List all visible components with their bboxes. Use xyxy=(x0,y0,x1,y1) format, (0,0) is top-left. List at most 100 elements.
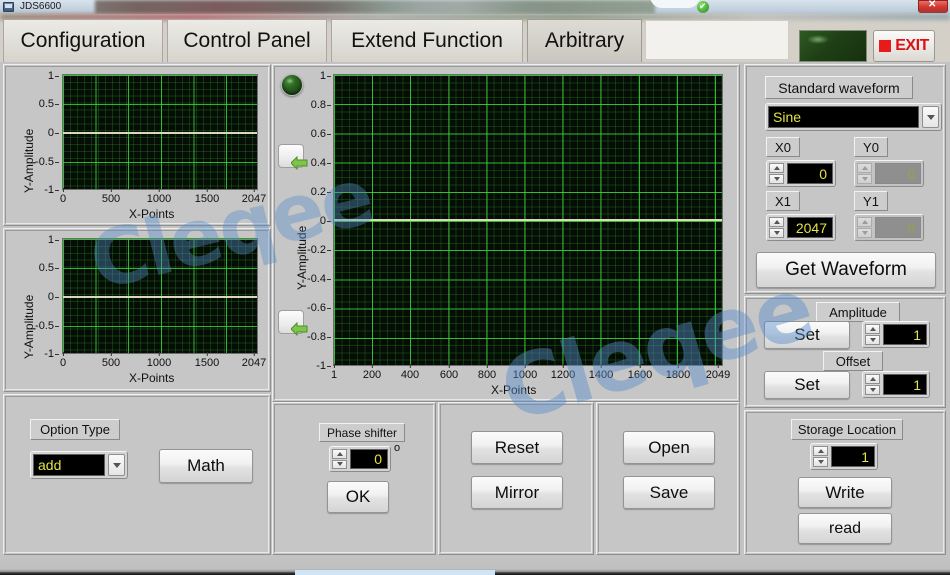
decrement-icon[interactable] xyxy=(865,335,880,345)
tab-label: Control Panel xyxy=(183,29,311,52)
open-button-label: Open xyxy=(648,437,690,457)
x-tick: 1000 xyxy=(512,364,538,381)
stepper-arrows[interactable] xyxy=(865,374,880,395)
x1-stepper[interactable]: 2047 xyxy=(766,214,836,241)
stepper-arrows[interactable] xyxy=(865,324,880,345)
decrement-icon[interactable] xyxy=(813,457,828,467)
y-tick: -1 xyxy=(297,360,331,372)
tab-control-panel[interactable]: Control Panel xyxy=(167,19,327,62)
close-icon[interactable] xyxy=(918,0,948,13)
exit-button[interactable]: EXIT xyxy=(873,30,935,62)
option-type-value: add xyxy=(33,454,105,476)
x-axis-title: X-Points xyxy=(129,371,175,385)
x-tick: 200 xyxy=(362,364,382,381)
increment-icon[interactable] xyxy=(813,446,828,456)
offset-stepper[interactable]: 1 xyxy=(862,371,930,398)
x-tick: 1600 xyxy=(627,364,653,381)
y-tick: 1 xyxy=(28,234,59,246)
chevron-down-icon[interactable] xyxy=(108,454,125,476)
x-tick: 1000 xyxy=(146,352,172,369)
phase-ok-button[interactable]: OK xyxy=(327,481,389,513)
y1-stepper: 0 xyxy=(854,214,924,241)
x1-label: X1 xyxy=(766,191,800,211)
amplitude-value: 1 xyxy=(883,324,927,345)
increment-icon[interactable] xyxy=(865,324,880,334)
tab-extend-function[interactable]: Extend Function xyxy=(331,19,523,62)
x-tick: 1500 xyxy=(194,188,220,205)
degree-symbol: o xyxy=(394,442,401,454)
tab-configuration[interactable]: Configuration xyxy=(3,19,163,62)
file-panel: Open Save xyxy=(596,402,740,555)
decrement-icon xyxy=(857,228,872,238)
x-tick: 1200 xyxy=(550,364,576,381)
stepper-arrows[interactable] xyxy=(769,217,784,238)
phase-shifter-stepper[interactable]: 0 xyxy=(329,446,391,472)
math-button-label: Math xyxy=(187,456,225,475)
main-graph-panel: Y-Amplitude 1 0.8 0.6 0.4 0.2 0 -0.2 -0.… xyxy=(272,64,740,402)
phase-shifter-label: Phase shifter xyxy=(319,423,405,442)
stepper-arrows xyxy=(857,217,872,238)
storage-location-stepper[interactable]: 1 xyxy=(810,443,878,470)
reset-button-label: Reset xyxy=(494,437,540,457)
x-tick: 600 xyxy=(439,364,459,381)
math-panel: Option Type add Math xyxy=(3,394,271,555)
y-tick: 0.4 xyxy=(297,157,331,169)
increment-icon[interactable] xyxy=(332,449,347,459)
tab-label: Arbitrary xyxy=(544,29,625,52)
read-button[interactable]: read xyxy=(798,513,892,544)
increment-icon[interactable] xyxy=(865,374,880,384)
y-tick: 1 xyxy=(297,70,331,82)
y-tick: 0.8 xyxy=(297,99,331,111)
decrement-icon[interactable] xyxy=(865,385,880,395)
y-tick: -1 xyxy=(28,348,59,360)
x-tick: 1800 xyxy=(665,364,691,381)
increment-icon[interactable] xyxy=(769,163,784,173)
offset-set-button[interactable]: Set xyxy=(764,371,850,399)
decrement-icon xyxy=(857,174,872,184)
open-button[interactable]: Open xyxy=(623,431,715,464)
waveform-preview-top-plot[interactable] xyxy=(62,74,258,190)
x-tick: 1 xyxy=(330,364,338,381)
mirror-button[interactable]: Mirror xyxy=(471,476,563,509)
storage-location-value: 1 xyxy=(831,446,875,467)
get-waveform-label: Get Waveform xyxy=(785,259,907,280)
stepper-arrows[interactable] xyxy=(332,449,347,469)
chevron-down-icon[interactable] xyxy=(922,106,939,128)
write-button[interactable]: Write xyxy=(798,477,892,508)
decrement-icon[interactable] xyxy=(769,228,784,238)
y-tick: -0.8 xyxy=(297,331,331,343)
amplitude-set-button[interactable]: Set xyxy=(764,321,850,349)
increment-icon[interactable] xyxy=(769,217,784,227)
preview-top-panel: Y-Amplitude 1 0.5 0 -0.5 -1 0 500 1000 1… xyxy=(3,64,271,226)
standard-waveform-select[interactable]: Sine xyxy=(765,103,942,131)
y0-stepper: 0 xyxy=(854,160,924,187)
math-button[interactable]: Math xyxy=(159,449,253,483)
y-tick: 0.6 xyxy=(297,128,331,140)
y-tick: -0.6 xyxy=(297,302,331,314)
standard-waveform-value: Sine xyxy=(768,106,919,128)
window-bottom-edge xyxy=(0,557,950,575)
x-tick: 2049 xyxy=(705,364,731,381)
get-waveform-button[interactable]: Get Waveform xyxy=(756,252,936,288)
amplitude-stepper[interactable]: 1 xyxy=(862,321,930,348)
save-button[interactable]: Save xyxy=(623,476,715,509)
y-tick: 0 xyxy=(28,291,59,303)
stepper-arrows[interactable] xyxy=(769,163,784,184)
tab-arbitrary[interactable]: Arbitrary xyxy=(527,19,642,62)
waveform-trace xyxy=(63,296,257,298)
decrement-icon[interactable] xyxy=(769,174,784,184)
y0-label: Y0 xyxy=(854,137,888,157)
waveform-preview-bottom-plot[interactable] xyxy=(62,238,258,354)
write-button-label: Write xyxy=(825,482,865,502)
x0-stepper[interactable]: 0 xyxy=(766,160,836,187)
monitor-icon xyxy=(3,2,14,12)
waveform-main-plot[interactable] xyxy=(333,74,723,366)
stepper-arrows[interactable] xyxy=(813,446,828,467)
x-axis-title: X-Points xyxy=(491,383,537,397)
option-type-select[interactable]: add xyxy=(30,451,128,479)
amplitude-set-label: Set xyxy=(794,325,820,344)
x-tick: 400 xyxy=(400,364,420,381)
y-tick: 0.5 xyxy=(28,262,59,274)
decrement-icon[interactable] xyxy=(332,459,347,469)
reset-button[interactable]: Reset xyxy=(471,431,563,464)
